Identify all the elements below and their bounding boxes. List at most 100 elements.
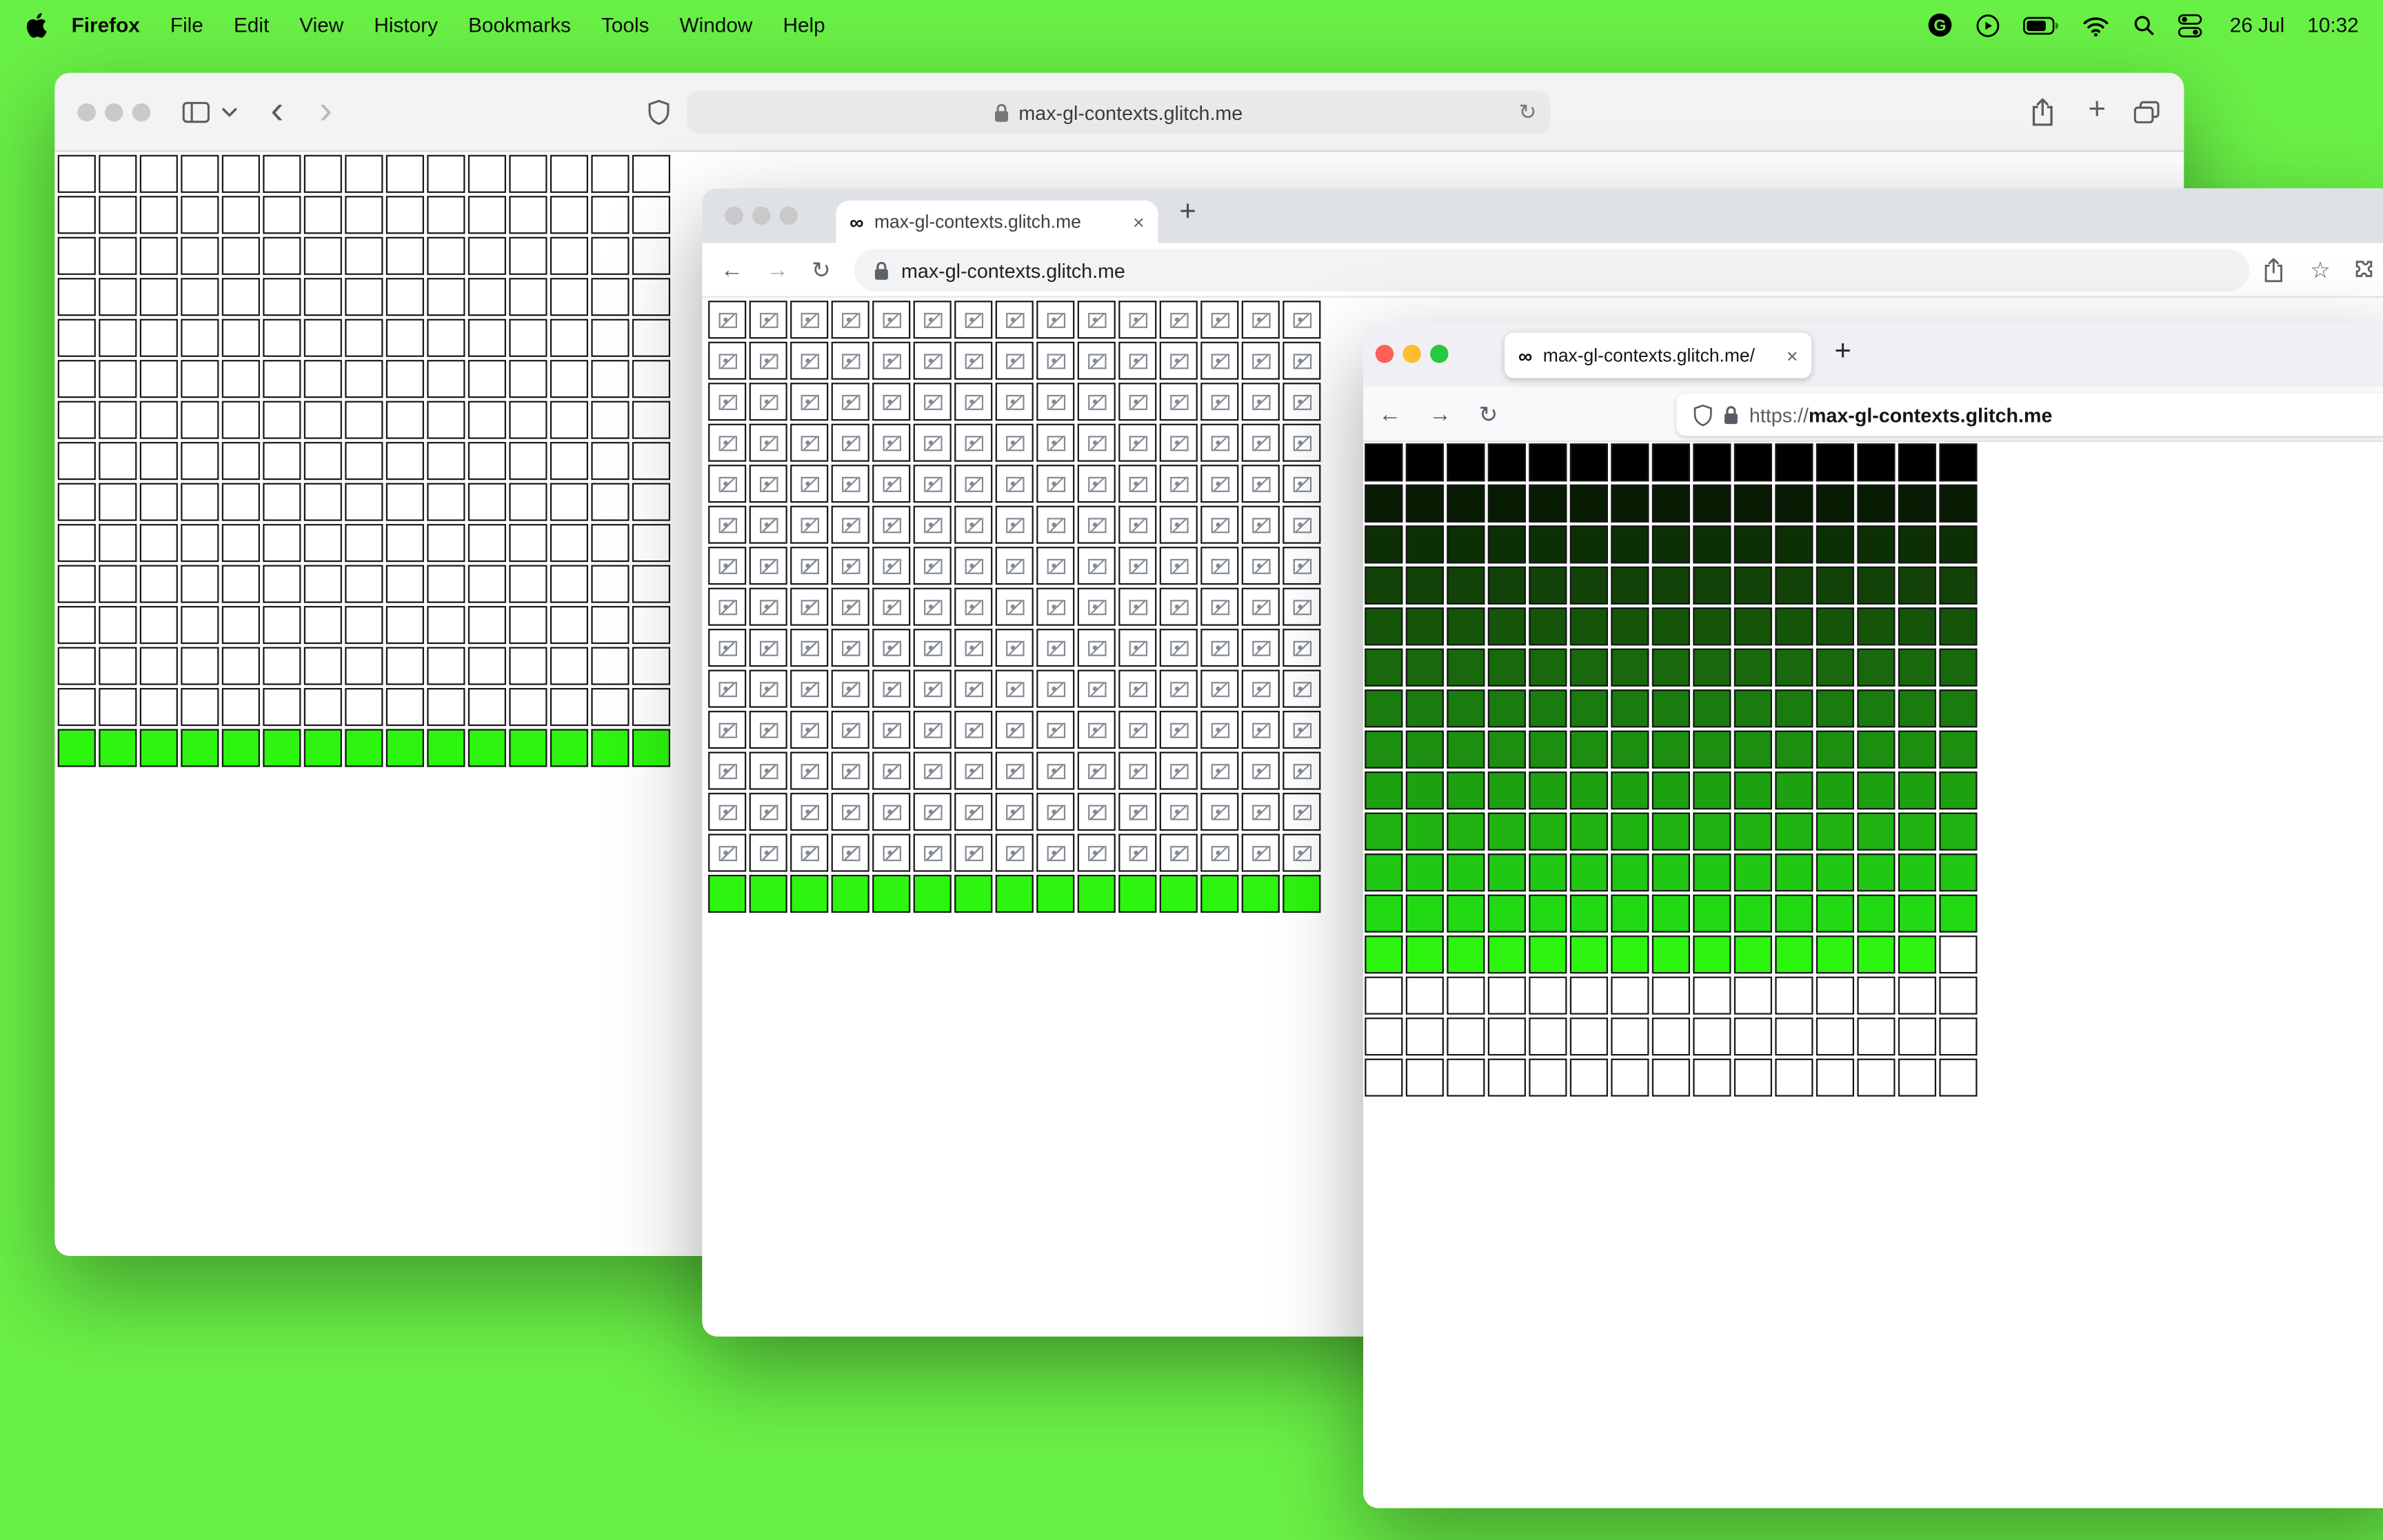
back-button[interactable]: ‹ xyxy=(270,89,283,128)
gl-canvas-cell xyxy=(1200,793,1239,831)
minimize-window-button[interactable] xyxy=(1402,345,1421,363)
gl-canvas-cell xyxy=(303,442,342,480)
menu-app-name[interactable]: Firefox xyxy=(72,14,140,37)
gl-canvas-cell xyxy=(1816,771,1855,810)
menu-item-history[interactable]: History xyxy=(374,14,438,37)
gl-canvas-cell xyxy=(139,647,178,685)
close-window-button[interactable] xyxy=(1375,345,1394,363)
gl-canvas-cell xyxy=(995,751,1034,790)
menu-bar-clock[interactable]: 10:32 xyxy=(2307,14,2358,37)
gl-canvas-cell xyxy=(1857,689,1896,728)
gl-canvas-cell xyxy=(57,606,96,645)
battery-icon[interactable] xyxy=(2023,16,2060,34)
media-play-icon[interactable] xyxy=(1976,13,2000,37)
gl-canvas-cell xyxy=(427,565,465,603)
menu-item-help[interactable]: Help xyxy=(783,14,825,37)
zoom-window-button[interactable] xyxy=(1430,345,1449,363)
gl-canvas-cell xyxy=(1283,505,1321,544)
control-center-icon[interactable] xyxy=(2178,13,2202,37)
gl-canvas-cell xyxy=(427,154,465,193)
gl-canvas-cell xyxy=(1775,1058,1813,1097)
address-bar[interactable]: https://max-gl-contexts.glitch.me xyxy=(1676,393,2383,436)
forward-button[interactable]: → xyxy=(766,256,789,282)
share-icon[interactable] xyxy=(2263,256,2284,282)
back-button[interactable]: ← xyxy=(1378,401,1401,427)
reload-button[interactable]: ↻ xyxy=(1518,99,1536,125)
back-button[interactable]: ← xyxy=(721,256,743,282)
new-tab-button[interactable]: + xyxy=(2088,92,2106,128)
gl-canvas-cell xyxy=(1775,525,1813,564)
tab-max-gl-contexts[interactable]: ∞ max-gl-contexts.glitch.me × xyxy=(836,200,1158,243)
tracking-protection-shield-icon[interactable] xyxy=(1693,403,1713,426)
forward-button[interactable]: › xyxy=(319,89,332,128)
grammarly-icon[interactable]: G xyxy=(1927,12,1953,38)
broken-image-icon xyxy=(1128,394,1147,409)
menu-item-edit[interactable]: Edit xyxy=(234,14,269,37)
broken-image-icon xyxy=(882,722,901,738)
close-tab-icon[interactable]: × xyxy=(1787,344,1798,367)
privacy-shield-icon[interactable] xyxy=(647,99,670,125)
gl-canvas-cell xyxy=(1077,587,1116,626)
gl-canvas-cell xyxy=(591,278,630,316)
gl-canvas-cell xyxy=(1857,771,1896,810)
broken-image-icon xyxy=(1169,435,1188,451)
address-bar[interactable]: max-gl-contexts.glitch.me xyxy=(854,249,2250,292)
gl-canvas-cell xyxy=(99,236,137,275)
close-window-button[interactable] xyxy=(77,103,96,122)
broken-image-icon xyxy=(923,394,942,409)
extensions-puzzle-icon[interactable] xyxy=(2353,259,2375,281)
close-window-button[interactable] xyxy=(725,206,743,225)
minimize-window-button[interactable] xyxy=(105,103,123,122)
gl-canvas-cell xyxy=(591,401,630,439)
broken-image-icon xyxy=(1087,558,1106,574)
menu-item-view[interactable]: View xyxy=(299,14,343,37)
share-icon[interactable] xyxy=(2031,97,2055,126)
gl-canvas-cell xyxy=(221,278,260,316)
gl-canvas-cell xyxy=(467,360,506,398)
gl-canvas-cell xyxy=(57,196,96,234)
gl-canvas-cell xyxy=(591,729,630,767)
broken-image-icon xyxy=(1251,640,1270,656)
apple-menu-icon[interactable] xyxy=(24,12,47,38)
tab-overview-icon[interactable] xyxy=(2133,100,2160,123)
chevron-down-icon[interactable] xyxy=(222,106,237,116)
menu-item-tools[interactable]: Tools xyxy=(601,14,649,37)
gl-canvas-cell xyxy=(467,524,506,563)
menu-item-file[interactable]: File xyxy=(170,14,203,37)
chrome-tab-strip[interactable]: ∞ max-gl-contexts.glitch.me × + xyxy=(702,188,2383,243)
gl-canvas-cell xyxy=(181,442,219,480)
gl-canvas-cell xyxy=(632,606,671,645)
tab-max-gl-contexts[interactable]: ∞ max-gl-contexts.glitch.me/ × xyxy=(1505,332,1812,378)
sidebar-toggle-button[interactable] xyxy=(182,101,210,123)
gl-canvas-cell xyxy=(1487,648,1526,687)
menu-item-window[interactable]: Window xyxy=(680,14,753,37)
bookmark-star-icon[interactable]: ☆ xyxy=(2310,256,2331,283)
gl-canvas-cell xyxy=(591,524,630,563)
zoom-window-button[interactable] xyxy=(779,206,798,225)
gl-canvas-cell xyxy=(1939,1058,1978,1097)
minimize-window-button[interactable] xyxy=(752,206,771,225)
new-tab-button[interactable]: + xyxy=(1179,196,1196,229)
gl-canvas-cell xyxy=(1611,648,1649,687)
menu-item-bookmarks[interactable]: Bookmarks xyxy=(468,14,571,37)
new-tab-button[interactable]: + xyxy=(1834,336,1851,369)
gl-canvas-cell xyxy=(913,383,952,421)
zoom-window-button[interactable] xyxy=(132,103,151,122)
wifi-icon[interactable] xyxy=(2082,14,2110,36)
reload-button[interactable]: ↻ xyxy=(1479,401,1498,427)
reload-button[interactable]: ↻ xyxy=(812,256,831,283)
gl-canvas-cell xyxy=(708,465,747,503)
broken-image-icon xyxy=(923,558,942,574)
firefox-tab-bar[interactable]: ∞ max-gl-contexts.glitch.me/ × + xyxy=(1363,323,2383,387)
menu-bar-date[interactable]: 26 Jul xyxy=(2230,14,2284,37)
safari-toolbar[interactable]: ‹ › max-gl-contexts.glitch.me ↻ + xyxy=(54,72,2184,152)
forward-button[interactable]: → xyxy=(1429,401,1451,427)
gl-canvas-cell xyxy=(1733,525,1772,564)
gl-canvas-cell xyxy=(1775,607,1813,646)
spotlight-search-icon[interactable] xyxy=(2133,14,2155,37)
address-bar[interactable]: max-gl-contexts.glitch.me ↻ xyxy=(687,91,1551,134)
gl-canvas-cell xyxy=(632,688,671,727)
close-tab-icon[interactable]: × xyxy=(1133,210,1145,233)
gl-canvas-cell xyxy=(708,875,747,913)
lock-icon[interactable] xyxy=(1723,405,1738,425)
